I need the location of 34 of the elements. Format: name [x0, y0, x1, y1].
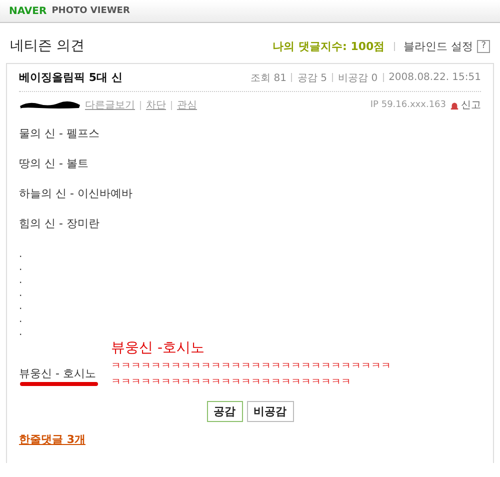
ip-address: IP 59.16.xxx.163: [370, 100, 446, 110]
viewer-title: PHOTO VIEWER: [52, 6, 130, 16]
post-title: 베이징올림픽 5대 신: [19, 70, 122, 85]
user-action-link[interactable]: 관심: [177, 98, 197, 112]
dot-line: .: [19, 248, 24, 261]
dot-line: .: [19, 326, 24, 339]
vote-button[interactable]: 비공감: [246, 401, 294, 422]
post-stat: 조회 81: [250, 72, 286, 84]
annotation-text: 뷰웅신 -호시노: [111, 339, 206, 357]
section-title: 네티즌 의견: [10, 37, 84, 55]
logo-text: NAVER: [9, 6, 47, 16]
dot-line: .: [19, 313, 24, 326]
report-link[interactable]: 신고: [461, 98, 481, 112]
post-stat: 비공감 0: [338, 72, 378, 84]
post-stat: 공감 5: [297, 72, 328, 84]
comments-link[interactable]: 한줄댓글 3개: [19, 432, 86, 447]
redaction-scribble-icon: [19, 100, 81, 110]
comment-line: 힘의 신 - 장미란: [19, 216, 100, 232]
annotation-text: ㅋㅋㅋㅋㅋㅋㅋㅋㅋㅋㅋㅋㅋㅋㅋㅋㅋㅋㅋㅋㅋㅋㅋㅋㅋㅋㅋㅋ: [111, 360, 391, 374]
vote-button[interactable]: 공감: [206, 401, 242, 422]
dot-line: .: [19, 300, 24, 313]
comment-line: 뷰웅신 - 호시노: [19, 366, 97, 381]
dot-line: .: [19, 261, 24, 274]
comment-score: 나의 댓글지수: 100점: [272, 38, 385, 54]
siren-icon: [450, 100, 459, 110]
dot-line: .: [19, 274, 24, 287]
blind-settings-link[interactable]: 블라인드 설정: [404, 38, 474, 54]
comment-line: 물의 신 - 펠프스: [19, 126, 100, 142]
dot-line: .: [19, 287, 24, 300]
post-stat: 2008.08.22. 15:51: [388, 72, 481, 83]
annotation-text: ㅋㅋㅋㅋㅋㅋㅋㅋㅋㅋㅋㅋㅋㅋㅋㅋㅋㅋㅋㅋㅋㅋㅋㅋ: [111, 376, 352, 390]
comment-line: 땅의 신 - 볼트: [19, 156, 90, 172]
help-button[interactable]: ?: [477, 40, 490, 52]
comment-line: 하늘의 신 - 이신바예바: [19, 186, 134, 202]
